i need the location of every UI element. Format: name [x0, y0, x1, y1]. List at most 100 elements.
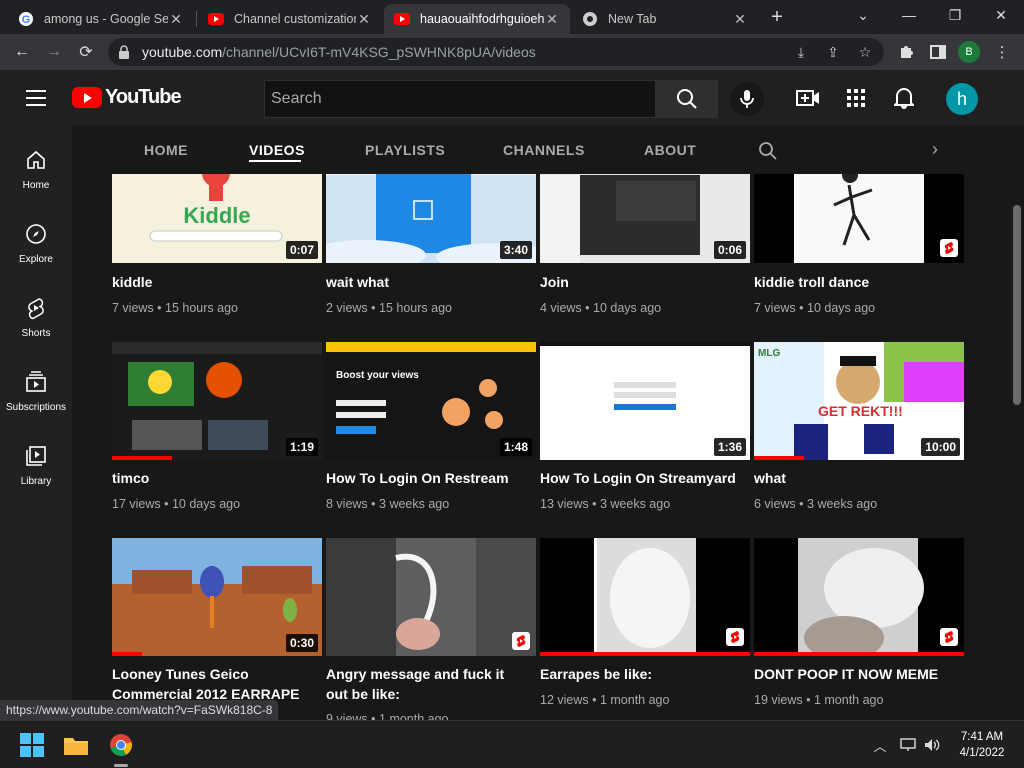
video-title[interactable]: wait what	[326, 272, 526, 292]
video-title[interactable]: kiddle	[112, 272, 312, 292]
close-icon[interactable]: ✕	[732, 11, 748, 27]
new-tab-button[interactable]: +	[766, 6, 788, 28]
system-clock[interactable]: 7:41 AM 4/1/2022	[946, 729, 1018, 761]
video-thumbnail[interactable]: 3:40	[326, 174, 536, 263]
sidebar-item-home[interactable]: Home	[0, 138, 72, 208]
video-thumbnail[interactable]: 0:30	[112, 538, 322, 656]
bookmark-star-icon[interactable]: ☆	[856, 43, 874, 61]
thumbnail-image	[540, 538, 750, 656]
video-title[interactable]: kiddie troll dance	[754, 272, 954, 292]
video-thumbnail[interactable]	[540, 538, 750, 656]
video-meta: 6 views • 3 weeks ago	[754, 497, 878, 511]
logo-wordmark: YouTube	[105, 86, 182, 108]
account-avatar[interactable]: h	[946, 83, 978, 115]
view-count: 4 views	[540, 301, 582, 315]
video-title[interactable]: Join	[540, 272, 740, 292]
video-thumbnail[interactable]: 0:06	[540, 174, 750, 263]
forward-icon[interactable]: →	[42, 40, 66, 64]
upload-age: 10 days ago	[807, 301, 876, 315]
hamburger-menu-icon[interactable]	[26, 90, 46, 106]
video-title[interactable]: DONT POOP IT NOW MEME	[754, 664, 954, 684]
address-bar[interactable]: youtube.com/channel/UCvI6T-mV4KSG_pSWHNK…	[108, 38, 884, 66]
video-title[interactable]: How To Login On Streamyard	[540, 468, 740, 488]
file-explorer-icon[interactable]	[62, 731, 90, 759]
video-thumbnail[interactable]: GET REKT!!! MLG 10:00	[754, 342, 964, 460]
video-title[interactable]: Looney Tunes Geico Commercial 2012 EARRA…	[112, 664, 312, 704]
extensions-puzzle-icon[interactable]	[896, 42, 916, 62]
windows-start-icon[interactable]	[18, 731, 46, 759]
video-thumbnail[interactable]	[754, 538, 964, 656]
mlg-logo-text: MLG	[758, 348, 780, 359]
reload-icon[interactable]: ⟳	[74, 40, 98, 64]
lock-icon	[119, 45, 129, 59]
video-title[interactable]: Angry message and fuck it out be like:	[326, 664, 526, 704]
video-title[interactable]: How To Login On Restream	[326, 468, 526, 488]
notifications-bell-icon[interactable]	[892, 86, 916, 110]
sidebar-item-shorts[interactable]: Shorts	[0, 286, 72, 356]
create-video-icon[interactable]	[796, 86, 820, 110]
close-icon[interactable]: ✕	[544, 11, 560, 27]
video-meta: 8 views • 3 weeks ago	[326, 497, 450, 511]
channel-search-icon[interactable]	[758, 141, 778, 161]
close-icon[interactable]: ✕	[168, 11, 184, 27]
tab-videos[interactable]: VIDEOS	[249, 142, 305, 158]
apps-grid-icon[interactable]	[844, 86, 868, 110]
duration-badge: 3:40	[499, 241, 532, 259]
duration-badge: 0:06	[713, 241, 746, 259]
screen: G among us - Google Search ✕ Channel cus…	[0, 0, 1024, 768]
tab-google-search[interactable]: G among us - Google Search ✕	[8, 4, 194, 34]
restore-icon[interactable]: ❐	[932, 0, 978, 30]
watch-progress-bar	[754, 456, 804, 460]
minimize-icon[interactable]: —	[886, 0, 932, 30]
video-thumbnail[interactable]: Kiddle 0:07	[112, 174, 322, 263]
view-count: 7 views	[754, 301, 796, 315]
menu-kebab-icon[interactable]: ⋮	[992, 42, 1012, 62]
view-count: 6 views	[754, 497, 796, 511]
page-scrollbar-thumb[interactable]	[1013, 205, 1021, 405]
tab-channels[interactable]: CHANNELS	[503, 142, 585, 158]
tab-channel-customization[interactable]: Channel customization - YouTube Studio ✕	[198, 4, 382, 34]
chrome-taskbar-icon[interactable]	[107, 731, 135, 759]
search-icon	[676, 89, 697, 109]
url-host: youtube.com	[142, 44, 223, 60]
chevron-right-icon[interactable]: ›	[932, 139, 938, 160]
show-hidden-icons-chevron-icon[interactable]: ︿	[870, 735, 890, 755]
profile-avatar[interactable]: B	[958, 41, 980, 63]
voice-search-button[interactable]	[730, 82, 764, 116]
search-input[interactable]	[265, 81, 655, 117]
tab-youtube-channel[interactable]: hauaouaihfodrhguioehg - YouTube ✕	[384, 4, 570, 34]
video-thumbnail[interactable]	[326, 538, 536, 656]
tab-new-tab[interactable]: New Tab ✕	[572, 4, 758, 34]
video-title[interactable]: Earrapes be like:	[540, 664, 740, 684]
video-meta: 19 views • 1 month ago	[754, 693, 884, 707]
video-thumbnail[interactable]: Boost your views 1:48	[326, 342, 536, 460]
url-text: youtube.com/channel/UCvI6T-mV4KSG_pSWHNK…	[142, 44, 536, 60]
sidebar-item-library[interactable]: Library	[0, 434, 72, 504]
tab-playlists[interactable]: PLAYLISTS	[365, 142, 445, 158]
video-title[interactable]: what	[754, 468, 954, 488]
youtube-logo[interactable]: YouTube	[72, 86, 182, 109]
install-app-icon[interactable]: ⤓	[792, 43, 810, 61]
video-title[interactable]: timco	[112, 468, 312, 488]
shorts-badge-icon	[940, 628, 958, 646]
back-icon[interactable]: ←	[10, 40, 34, 64]
network-icon[interactable]	[898, 735, 918, 755]
sidebar-item-explore[interactable]: Explore	[0, 212, 72, 282]
sidebar-item-subscriptions[interactable]: Subscriptions	[0, 360, 72, 430]
video-thumbnail[interactable]: 1:19	[112, 342, 322, 460]
window-close-icon[interactable]: ✕	[978, 0, 1024, 30]
volume-icon[interactable]	[922, 735, 942, 755]
close-icon[interactable]: ✕	[356, 11, 372, 27]
video-thumbnail[interactable]	[754, 174, 964, 263]
tab-about[interactable]: ABOUT	[644, 142, 696, 158]
video-thumbnail[interactable]: 1:36	[540, 342, 750, 460]
search-button[interactable]	[655, 80, 718, 118]
shorts-badge-icon	[726, 628, 744, 646]
upload-age: 15 hours ago	[165, 301, 238, 315]
google-icon: G	[18, 11, 34, 27]
side-panel-icon[interactable]	[928, 42, 948, 62]
share-icon[interactable]: ⇪	[824, 43, 842, 61]
tab-search-icon[interactable]: ⌄	[840, 0, 886, 30]
tab-home[interactable]: HOME	[144, 142, 188, 158]
view-count: 19 views	[754, 693, 803, 707]
